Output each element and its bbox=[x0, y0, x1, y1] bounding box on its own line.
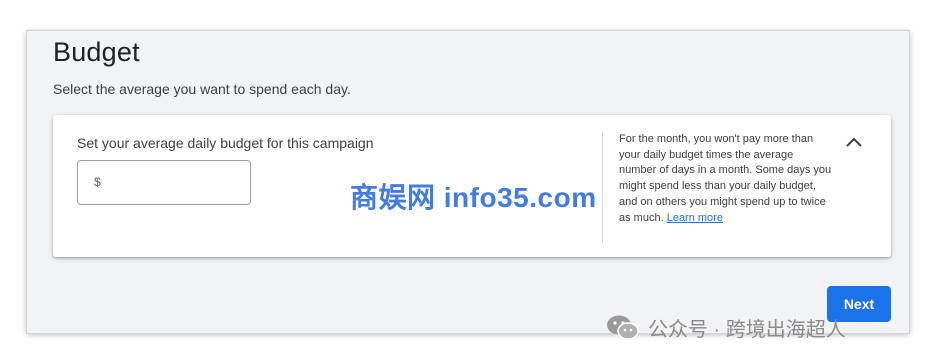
learn-more-link[interactable]: Learn more bbox=[667, 212, 723, 224]
wechat-watermark: 公众号 · 跨境出海超人 bbox=[606, 313, 846, 342]
watermark-text: 商娱网 info35.com bbox=[350, 182, 597, 213]
divider bbox=[602, 131, 603, 243]
wechat-icon bbox=[606, 314, 640, 342]
help-text-body: For the month, you won't pay more than y… bbox=[619, 133, 832, 224]
budget-field-label: Set your average daily budget for this c… bbox=[77, 135, 374, 151]
page-title: Budget bbox=[53, 37, 140, 67]
page-subtitle: Select the average you want to spend eac… bbox=[53, 81, 351, 97]
chevron-up-icon[interactable] bbox=[842, 131, 866, 155]
wechat-account-text: 公众号 · 跨境出海超人 bbox=[648, 319, 846, 341]
budget-help-text: For the month, you won't pay more than y… bbox=[619, 132, 833, 226]
daily-budget-input[interactable]: $ bbox=[77, 160, 251, 205]
currency-symbol: $ bbox=[94, 175, 101, 189]
